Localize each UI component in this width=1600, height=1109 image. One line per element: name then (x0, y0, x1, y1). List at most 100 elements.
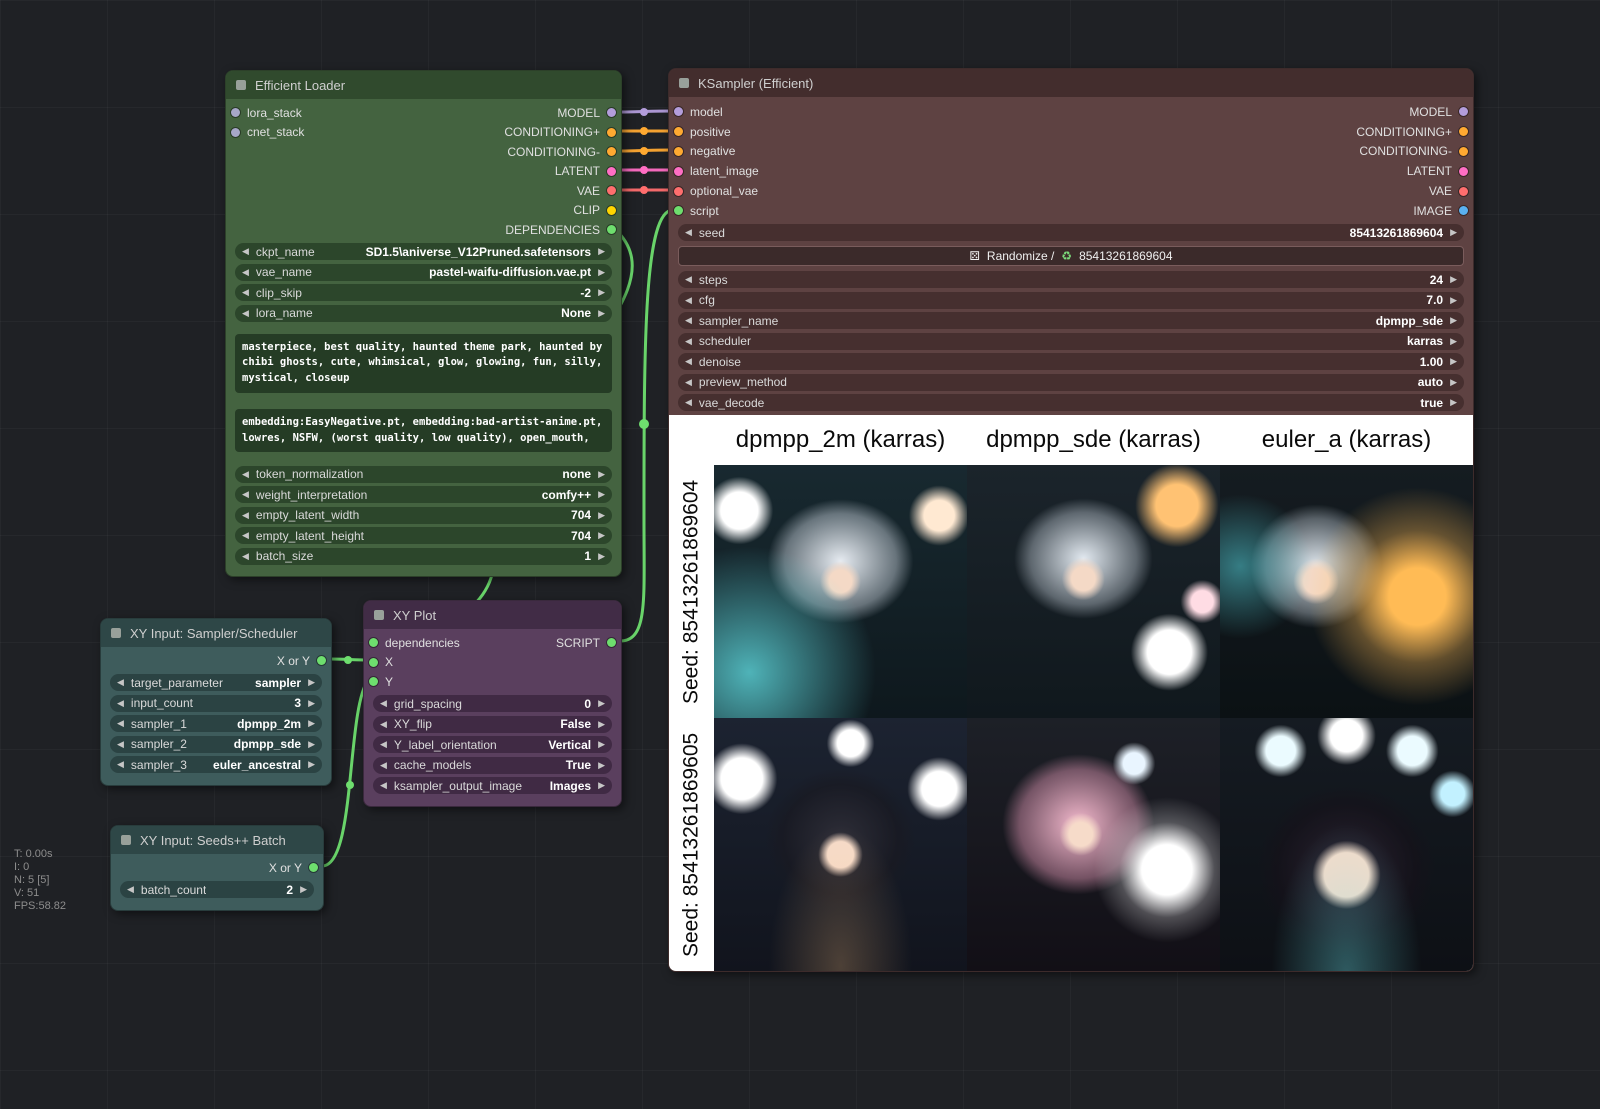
left-arrow-icon[interactable]: ◀ (117, 760, 124, 769)
output-port-conditioning-plus[interactable] (1459, 127, 1468, 136)
node-graph-canvas[interactable]: Efficient Loader lora_stack MODEL cnet_s… (0, 0, 1600, 1109)
input-port-cnet-stack[interactable] (231, 128, 240, 137)
widget-lora-name[interactable]: ◀ lora_name None ▶ (235, 305, 612, 322)
right-arrow-icon[interactable]: ▶ (598, 761, 605, 770)
left-arrow-icon[interactable]: ◀ (117, 699, 124, 708)
right-arrow-icon[interactable]: ▶ (598, 531, 605, 540)
right-arrow-icon[interactable]: ▶ (598, 511, 605, 520)
left-arrow-icon[interactable]: ◀ (242, 470, 249, 479)
right-arrow-icon[interactable]: ▶ (598, 309, 605, 318)
right-arrow-icon[interactable]: ▶ (308, 740, 315, 749)
right-arrow-icon[interactable]: ▶ (598, 699, 605, 708)
widget-sampler-name[interactable]: ◀ sampler_name dpmpp_sde ▶ (678, 312, 1464, 329)
left-arrow-icon[interactable]: ◀ (380, 781, 387, 790)
left-arrow-icon[interactable]: ◀ (685, 398, 692, 407)
widget-empty-latent-height[interactable]: ◀ empty_latent_height 704 ▶ (235, 527, 612, 544)
widget-scheduler[interactable]: ◀ scheduler karras ▶ (678, 333, 1464, 350)
right-arrow-icon[interactable]: ▶ (598, 247, 605, 256)
left-arrow-icon[interactable]: ◀ (242, 247, 249, 256)
left-arrow-icon[interactable]: ◀ (685, 316, 692, 325)
collapse-icon[interactable] (374, 610, 384, 620)
output-port-model[interactable] (607, 108, 616, 117)
left-arrow-icon[interactable]: ◀ (242, 268, 249, 277)
node-xy-input-seeds-batch[interactable]: XY Input: Seeds++ Batch X or Y ◀ batch_c… (110, 825, 324, 911)
right-arrow-icon[interactable]: ▶ (1450, 337, 1457, 346)
right-arrow-icon[interactable]: ▶ (598, 288, 605, 297)
right-arrow-icon[interactable]: ▶ (598, 470, 605, 479)
output-port-dependencies[interactable] (607, 225, 616, 234)
left-arrow-icon[interactable]: ◀ (117, 740, 124, 749)
left-arrow-icon[interactable]: ◀ (117, 678, 124, 687)
node-ksampler-efficient[interactable]: KSampler (Efficient) model MODEL positiv… (668, 68, 1474, 972)
left-arrow-icon[interactable]: ◀ (242, 552, 249, 561)
node-header[interactable]: Efficient Loader (226, 71, 621, 99)
collapse-icon[interactable] (121, 835, 131, 845)
left-arrow-icon[interactable]: ◀ (685, 296, 692, 305)
node-xy-input-sampler-scheduler[interactable]: XY Input: Sampler/Scheduler X or Y ◀ tar… (100, 618, 332, 786)
right-arrow-icon[interactable]: ▶ (1450, 357, 1457, 366)
left-arrow-icon[interactable]: ◀ (380, 720, 387, 729)
output-port-conditioning-minus[interactable] (1459, 147, 1468, 156)
output-port-script[interactable] (607, 638, 616, 647)
output-port-image[interactable] (1459, 206, 1468, 215)
output-port-vae[interactable] (607, 186, 616, 195)
input-port-negative[interactable] (674, 147, 683, 156)
widget-sampler-2[interactable]: ◀ sampler_2 dpmpp_sde ▶ (110, 736, 322, 753)
widget-vae-name[interactable]: ◀ vae_name pastel-waifu-diffusion.vae.pt… (235, 264, 612, 281)
widget-empty-latent-width[interactable]: ◀ empty_latent_width 704 ▶ (235, 507, 612, 524)
input-port-optional-vae[interactable] (674, 187, 683, 196)
node-header[interactable]: KSampler (Efficient) (669, 69, 1473, 97)
widget-ksampler-output-image[interactable]: ◀ ksampler_output_image Images ▶ (373, 777, 612, 794)
right-arrow-icon[interactable]: ▶ (300, 885, 307, 894)
left-arrow-icon[interactable]: ◀ (242, 490, 249, 499)
randomize-seed-button[interactable]: ⚄ Randomize / ♻ 85413261869604 (678, 246, 1464, 266)
widget-clip-skip[interactable]: ◀ clip_skip -2 ▶ (235, 284, 612, 301)
input-port-x[interactable] (369, 658, 378, 667)
right-arrow-icon[interactable]: ▶ (308, 760, 315, 769)
widget-batch-count[interactable]: ◀ batch_count 2 ▶ (120, 881, 314, 898)
left-arrow-icon[interactable]: ◀ (242, 309, 249, 318)
left-arrow-icon[interactable]: ◀ (117, 719, 124, 728)
left-arrow-icon[interactable]: ◀ (685, 275, 692, 284)
left-arrow-icon[interactable]: ◀ (685, 357, 692, 366)
left-arrow-icon[interactable]: ◀ (380, 761, 387, 770)
right-arrow-icon[interactable]: ▶ (308, 719, 315, 728)
collapse-icon[interactable] (111, 628, 121, 638)
right-arrow-icon[interactable]: ▶ (598, 740, 605, 749)
output-port-conditioning-plus[interactable] (607, 128, 616, 137)
collapse-icon[interactable] (236, 80, 246, 90)
widget-sampler-3[interactable]: ◀ sampler_3 euler_ancestral ▶ (110, 756, 322, 773)
widget-vae-decode[interactable]: ◀ vae_decode true ▶ (678, 394, 1464, 411)
left-arrow-icon[interactable]: ◀ (685, 378, 692, 387)
widget-denoise[interactable]: ◀ denoise 1.00 ▶ (678, 353, 1464, 370)
left-arrow-icon[interactable]: ◀ (380, 699, 387, 708)
widget-grid-spacing[interactable]: ◀ grid_spacing 0 ▶ (373, 695, 612, 712)
input-port-y[interactable] (369, 677, 378, 686)
widget-steps[interactable]: ◀ steps 24 ▶ (678, 271, 1464, 288)
collapse-icon[interactable] (679, 78, 689, 88)
input-port-script[interactable] (674, 206, 683, 215)
output-port-clip[interactable] (607, 206, 616, 215)
output-port-conditioning-minus[interactable] (607, 147, 616, 156)
output-port-latent[interactable] (1459, 167, 1468, 176)
negative-prompt-textarea[interactable]: embedding:EasyNegative.pt, embedding:bad… (235, 409, 612, 453)
widget-cfg[interactable]: ◀ cfg 7.0 ▶ (678, 292, 1464, 309)
right-arrow-icon[interactable]: ▶ (1450, 296, 1457, 305)
right-arrow-icon[interactable]: ▶ (1450, 378, 1457, 387)
input-port-model[interactable] (674, 107, 683, 116)
left-arrow-icon[interactable]: ◀ (380, 740, 387, 749)
node-header[interactable]: XY Input: Seeds++ Batch (111, 826, 323, 854)
output-port-vae[interactable] (1459, 187, 1468, 196)
widget-y-label-orientation[interactable]: ◀ Y_label_orientation Vertical ▶ (373, 736, 612, 753)
output-port-model[interactable] (1459, 107, 1468, 116)
right-arrow-icon[interactable]: ▶ (1450, 316, 1457, 325)
widget-xy-flip[interactable]: ◀ XY_flip False ▶ (373, 716, 612, 733)
widget-cache-models[interactable]: ◀ cache_models True ▶ (373, 757, 612, 774)
left-arrow-icon[interactable]: ◀ (242, 288, 249, 297)
node-header[interactable]: XY Plot (364, 601, 621, 629)
widget-seed[interactable]: ◀ seed 85413261869604 ▶ (678, 224, 1464, 241)
right-arrow-icon[interactable]: ▶ (598, 720, 605, 729)
node-header[interactable]: XY Input: Sampler/Scheduler (101, 619, 331, 647)
right-arrow-icon[interactable]: ▶ (1450, 275, 1457, 284)
left-arrow-icon[interactable]: ◀ (127, 885, 134, 894)
